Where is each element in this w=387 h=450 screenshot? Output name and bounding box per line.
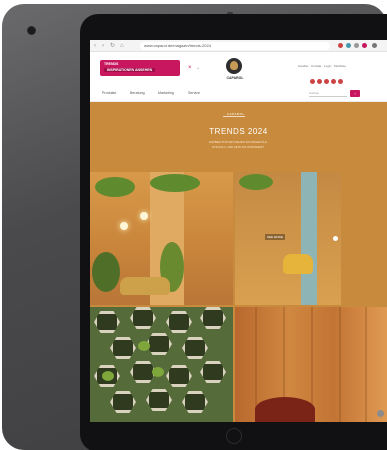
hex-shelf: [146, 389, 172, 411]
plant-image: [95, 177, 135, 197]
extension-icon[interactable]: [338, 43, 343, 48]
utility-links[interactable]: Händler · Kontakt · Login · Merkliste: [298, 64, 346, 68]
extension-icon[interactable]: [354, 43, 359, 48]
wood-grain: [365, 307, 367, 422]
promo-banner[interactable]: TRENDS INSPIRATIONEN ANSEHEN: [100, 60, 180, 76]
browser-address-bar: ‹ › ↻ ⌂ www.caparol.de/magazin/trends-20…: [90, 40, 387, 52]
brand-logo[interactable]: [226, 58, 242, 74]
promo-link[interactable]: INSPIRATIONEN ANSEHEN: [104, 68, 156, 72]
table-image: [120, 277, 170, 295]
plant-image: [239, 174, 273, 190]
heart-icon[interactable]: [324, 79, 329, 84]
plant-image: [152, 367, 164, 377]
chevron-down-icon[interactable]: ⌄: [196, 65, 200, 71]
camera-icon: [27, 26, 36, 35]
arrow-left-icon[interactable]: ‹: [94, 42, 96, 50]
search-input[interactable]: Suchen: [309, 90, 347, 97]
site-header: TRENDS INSPIRATIONEN ANSEHEN × ⌄ CAPAROL…: [90, 52, 387, 86]
plant-image: [92, 252, 120, 292]
hex-shelf: [166, 311, 192, 333]
home-icon[interactable]: ⌂: [120, 42, 124, 50]
arrow-right-icon[interactable]: ›: [102, 42, 104, 50]
profile-icon[interactable]: [362, 43, 367, 48]
plant-image: [138, 341, 150, 351]
gallery-tile-wall: [341, 172, 387, 305]
plant-image: [150, 174, 200, 192]
url-field[interactable]: www.caparol.de/magazin/trends-2024: [140, 42, 330, 50]
close-icon[interactable]: ×: [188, 65, 192, 71]
hex-shelf: [130, 307, 156, 329]
hex-shelf: [94, 311, 120, 333]
nav-item-service[interactable]: Service: [188, 91, 200, 95]
page-title: TRENDS 2024: [209, 127, 268, 136]
hex-shelf: [182, 391, 208, 413]
photo-gallery: SEE MORE: [90, 172, 387, 422]
plus-icon[interactable]: [333, 236, 338, 241]
hero-section: CAPAROL TRENDS 2024 FARBEN FÜR EIN NEUES…: [90, 102, 387, 172]
hero-subtitle-line: STILVOLL UND ZEITLOS INSPIRIERT: [212, 145, 264, 149]
hex-shelf: [146, 333, 172, 355]
hex-shelf: [200, 307, 226, 329]
extension-icon[interactable]: [346, 43, 351, 48]
menu-icon[interactable]: [372, 43, 377, 48]
gallery-tile-chair[interactable]: SEE MORE: [235, 172, 341, 305]
hex-shelf: [110, 337, 136, 359]
phone-icon[interactable]: [338, 79, 343, 84]
home-button[interactable]: [226, 428, 242, 444]
wood-grain: [339, 307, 341, 422]
hex-shelf: [110, 391, 136, 413]
bowl-image: [255, 397, 315, 422]
brand-logo-text: CAPAROL: [226, 76, 244, 80]
nav-item-produkte[interactable]: Produkte: [102, 91, 116, 95]
chair-image: [283, 254, 313, 274]
user-icon[interactable]: [317, 79, 322, 84]
cart-icon[interactable]: [310, 79, 315, 84]
tablet-screen: ‹ › ↻ ⌂ www.caparol.de/magazin/trends-20…: [90, 40, 387, 422]
gallery-tile-honeycomb[interactable]: [90, 307, 233, 422]
scroll-top-button[interactable]: [377, 410, 384, 417]
hex-shelf: [200, 361, 226, 383]
lamp-image: [140, 212, 148, 220]
shelf-image: [301, 172, 317, 305]
lamp-image: [120, 222, 128, 230]
nav-item-beratung[interactable]: Beratung: [130, 91, 145, 95]
nav-item-marketing[interactable]: Marketing: [158, 91, 174, 95]
globe-icon[interactable]: [331, 79, 336, 84]
hero-brand-tag: CAPAROL: [223, 112, 245, 117]
search-button[interactable]: ›: [350, 90, 360, 97]
gallery-tile-living-room[interactable]: [90, 172, 233, 305]
reload-icon[interactable]: ↻: [110, 42, 115, 50]
hex-shelf: [182, 337, 208, 359]
promo-title: TRENDS: [104, 62, 119, 66]
plant-image: [102, 371, 114, 381]
hex-shelf: [166, 365, 192, 387]
gallery-caption[interactable]: SEE MORE: [265, 234, 285, 240]
gallery-tile-wood-texture[interactable]: [235, 307, 387, 422]
hero-subtitle-line: FARBEN FÜR EIN NEUES WOHNGEFÜHL: [208, 140, 268, 144]
main-navigation: Produkte Beratung Marketing Service Such…: [90, 86, 387, 102]
